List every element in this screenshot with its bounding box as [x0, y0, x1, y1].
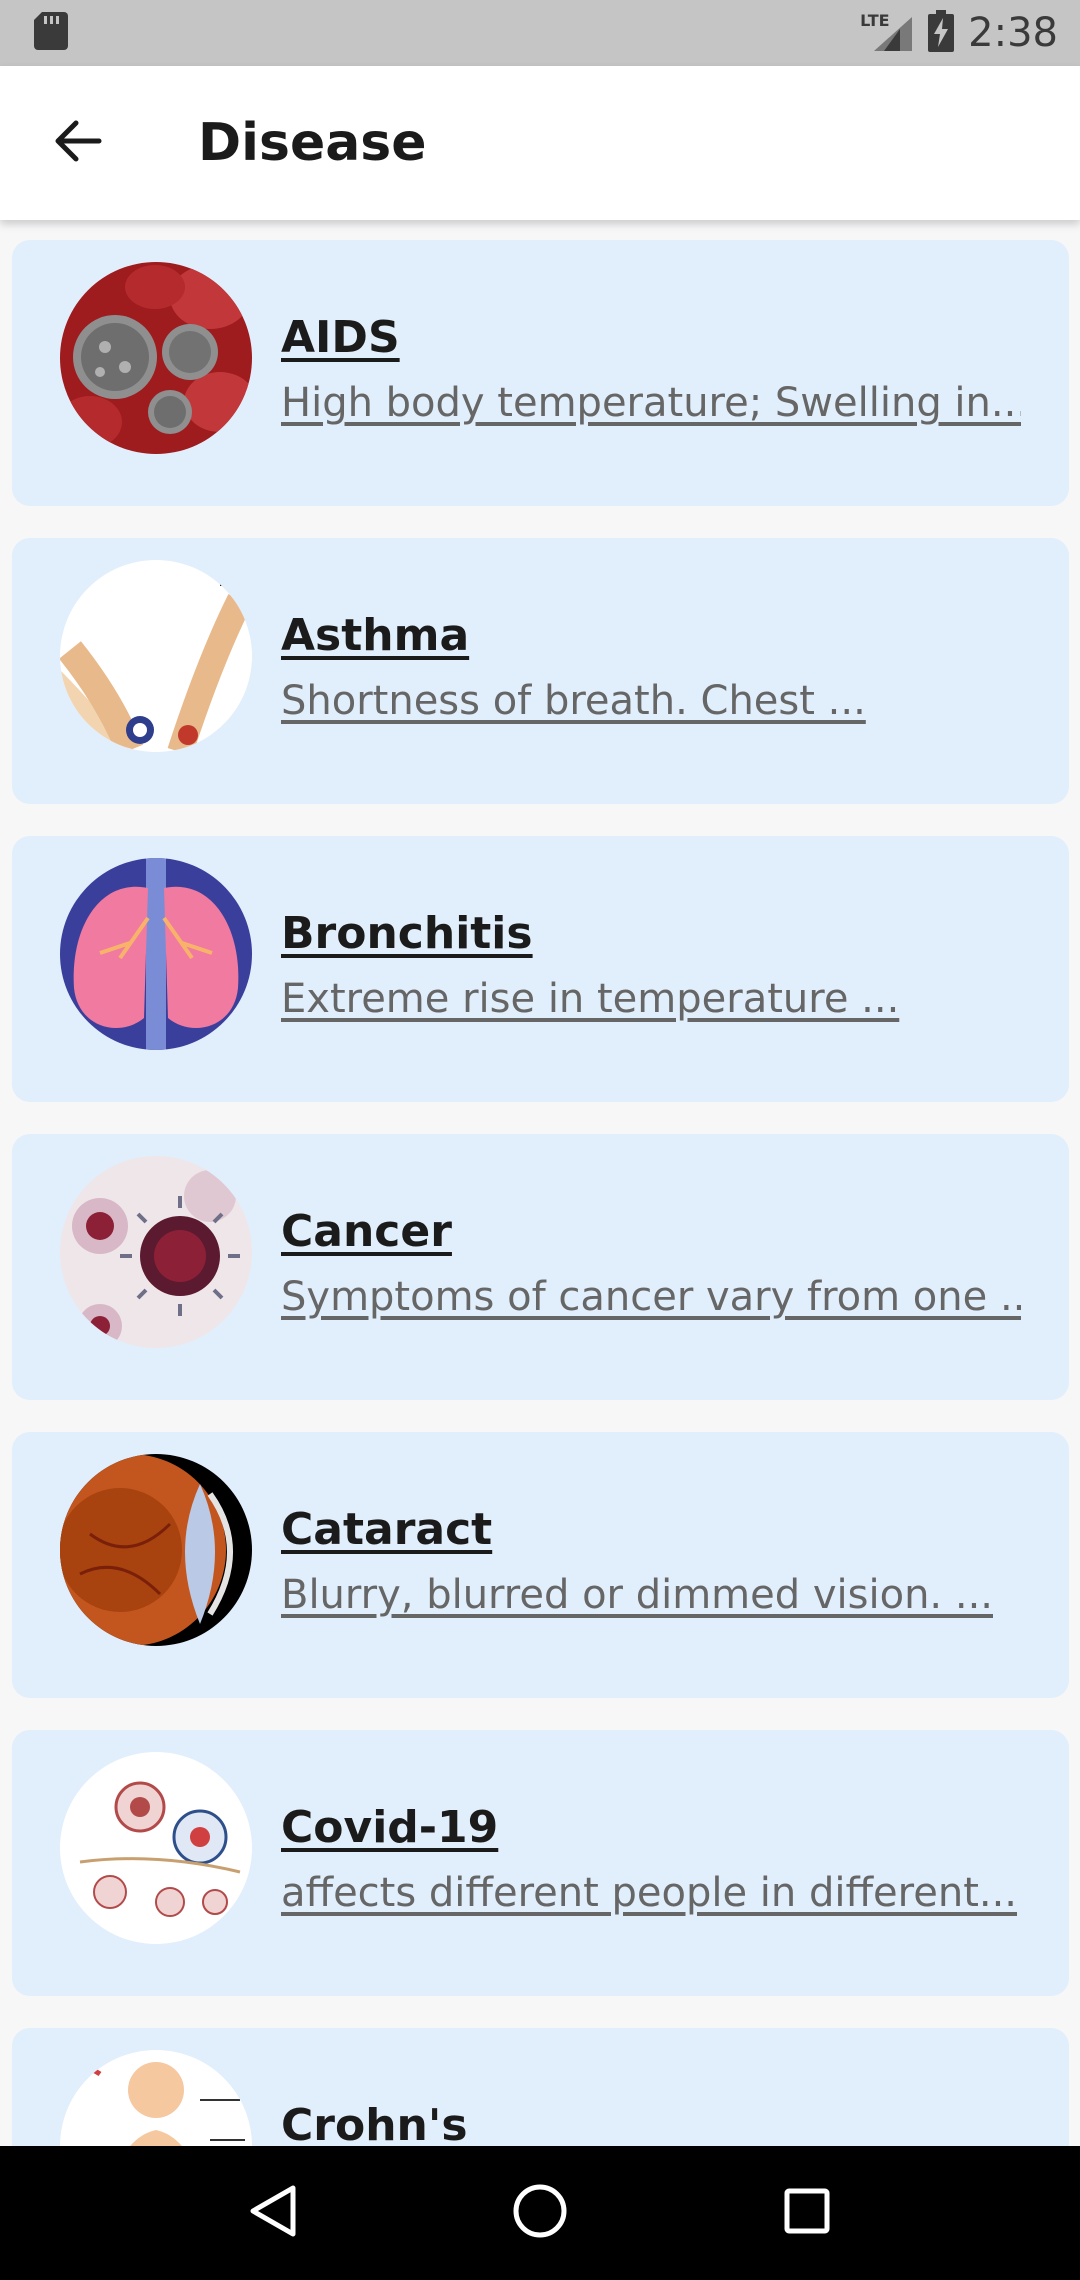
disease-description: Extreme rise in temperature ...: [281, 976, 900, 1022]
battery-icon: [928, 9, 955, 57]
triangle-back-icon: [248, 2184, 298, 2243]
disease-card-bronchitis[interactable]: Bronchitis Extreme rise in temperature .…: [12, 836, 1069, 1102]
disease-thumbnail: [60, 1454, 252, 1646]
navigation-bar: [0, 2146, 1080, 2280]
circle-home-icon: [512, 2183, 568, 2244]
disease-thumbnail: [60, 262, 252, 454]
clock: 2:38: [968, 10, 1058, 56]
disease-description: Blurry, blurred or dimmed vision. ...: [281, 1572, 993, 1618]
nav-home-button[interactable]: [485, 2158, 595, 2268]
nav-back-button[interactable]: [218, 2158, 328, 2268]
disease-name: Cataract: [281, 1504, 493, 1555]
disease-name: Covid-19: [281, 1802, 499, 1853]
signal-icon: LTE: [860, 11, 914, 53]
disease-name: Asthma: [281, 610, 470, 661]
disease-thumbnail: [60, 560, 252, 752]
disease-name: Cancer: [281, 1206, 452, 1257]
square-recents-icon: [783, 2187, 831, 2240]
disease-card-cataract[interactable]: Cataract Blurry, blurred or dimmed visio…: [12, 1432, 1069, 1698]
back-button[interactable]: [38, 103, 118, 183]
disease-card-crohns[interactable]: Crohn's: [12, 2028, 1069, 2146]
disease-thumbnail: [60, 1752, 252, 1944]
disease-card-asthma[interactable]: Asthma Shortness of breath. Chest ...: [12, 538, 1069, 804]
disease-description: Symptoms of cancer vary from one ...: [281, 1274, 1021, 1320]
arrow-back-icon: [54, 120, 102, 167]
disease-card-aids[interactable]: AIDS High body temperature; Swelling in.…: [12, 240, 1069, 506]
disease-name: Bronchitis: [281, 908, 533, 959]
disease-card-covid-19[interactable]: Covid-19 affects different people in dif…: [12, 1730, 1069, 1996]
app-bar: Disease: [0, 66, 1080, 220]
disease-thumbnail: [60, 2050, 252, 2146]
page-title: Disease: [198, 113, 427, 173]
status-bar: LTE 2:38: [0, 0, 1080, 66]
disease-name: Crohn's: [281, 2100, 468, 2146]
sd-card-icon: [34, 11, 68, 55]
disease-description: High body temperature; Swelling in...: [281, 380, 1021, 426]
nav-recents-button[interactable]: [752, 2158, 862, 2268]
disease-card-cancer[interactable]: Cancer Symptoms of cancer vary from one …: [12, 1134, 1069, 1400]
disease-list[interactable]: AIDS High body temperature; Swelling in.…: [0, 220, 1080, 2146]
disease-description: Shortness of breath. Chest ...: [281, 678, 866, 724]
disease-name: AIDS: [281, 312, 400, 363]
disease-thumbnail: [60, 858, 252, 1050]
disease-thumbnail: [60, 1156, 252, 1348]
disease-description: affects different people in different...: [281, 1870, 1018, 1916]
